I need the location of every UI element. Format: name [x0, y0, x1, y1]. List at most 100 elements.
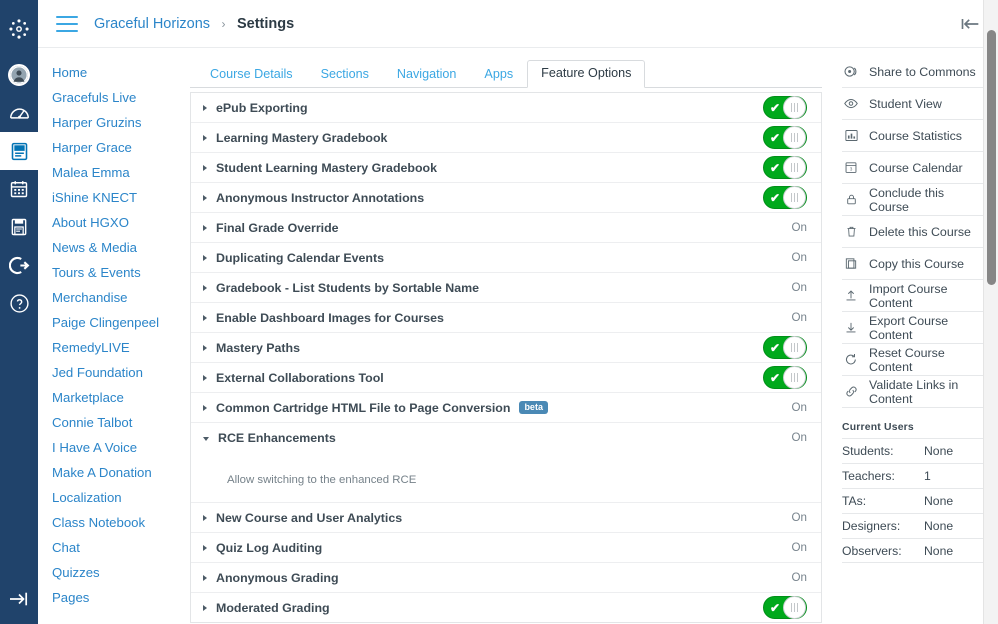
inbox-nav-item[interactable] [0, 208, 38, 246]
feature-toggle[interactable]: ✔ [763, 596, 807, 619]
course-nav-item[interactable]: Merchandise [52, 285, 184, 310]
chevron-right-icon[interactable] [203, 374, 207, 381]
sidebar-action-export-course-content[interactable]: Export Course Content [842, 312, 984, 344]
course-nav-item[interactable]: Localization [52, 485, 184, 510]
logout-nav-item[interactable] [0, 246, 38, 284]
tab-feature-options[interactable]: Feature Options [527, 60, 646, 88]
current-users-value: None [924, 543, 954, 558]
tab-course-details[interactable]: Course Details [196, 61, 307, 88]
sidebar-action-copy-this-course[interactable]: Copy this Course [842, 248, 984, 280]
hamburger-menu-icon[interactable] [56, 15, 78, 32]
dashboard-nav-item[interactable] [0, 94, 38, 132]
course-nav-item[interactable]: RemedyLIVE [52, 335, 184, 360]
courses-nav-item[interactable] [0, 132, 38, 170]
chevron-right-icon[interactable] [203, 514, 207, 521]
current-users-label: Teachers: [842, 469, 895, 483]
avatar-icon [8, 64, 30, 86]
chevron-right-icon[interactable] [203, 134, 207, 141]
chevron-right-icon[interactable] [203, 254, 207, 261]
feature-toggle[interactable]: ✔ [763, 186, 807, 209]
chevron-right-icon[interactable] [203, 574, 207, 581]
sidebar-action-share-to-commons[interactable]: Share to Commons [842, 56, 984, 88]
chevron-right-icon[interactable] [203, 284, 207, 291]
chevron-right-icon[interactable] [203, 194, 207, 201]
feature-row: New Course and User Analytics On [191, 502, 821, 532]
check-icon: ✔ [770, 340, 781, 355]
course-nav-item[interactable]: Class Notebook [52, 510, 184, 535]
chevron-right-icon[interactable] [203, 104, 207, 111]
arrow-to-right-icon [8, 590, 30, 608]
sidebar-action-delete-this-course[interactable]: Delete this Course [842, 216, 984, 248]
chevron-right-icon[interactable] [203, 344, 207, 351]
feature-row: Common Cartridge HTML File to Page Conve… [191, 392, 821, 422]
course-nav-item[interactable]: Paige Clingenpeel [52, 310, 184, 335]
page-scrollbar[interactable] [983, 0, 998, 624]
sidebar-action-validate-links-in-content[interactable]: Validate Links in Content [842, 376, 984, 408]
check-icon: ✔ [770, 160, 781, 175]
chevron-right-icon[interactable] [203, 224, 207, 231]
feature-row: Anonymous Instructor Annotations ✔ [191, 182, 821, 212]
course-nav-item[interactable]: Pages [52, 585, 184, 610]
sidebar-action-course-statistics[interactable]: Course Statistics [842, 120, 984, 152]
sidebar-action-import-course-content[interactable]: Import Course Content [842, 280, 984, 312]
feature-name: Gradebook - List Students by Sortable Na… [216, 280, 480, 295]
expand-navigation-button[interactable] [0, 580, 38, 618]
collapse-panel-icon[interactable] [960, 17, 980, 31]
sidebar-action-conclude-this-course[interactable]: Conclude this Course [842, 184, 984, 216]
tab-sections[interactable]: Sections [307, 61, 383, 88]
feature-toggle[interactable]: ✔ [763, 336, 807, 359]
course-nav-item[interactable]: Harper Gruzins [52, 110, 184, 135]
breadcrumb-course-link[interactable]: Graceful Horizons [94, 16, 210, 32]
calendar-nav-item[interactable] [0, 170, 38, 208]
course-nav-item[interactable]: Tours & Events [52, 260, 184, 285]
course-nav-item[interactable]: Harper Grace [52, 135, 184, 160]
beta-badge: beta [519, 401, 548, 414]
course-nav-item[interactable]: Marketplace [52, 385, 184, 410]
course-nav-item[interactable]: About HGXO [52, 210, 184, 235]
page-scrollbar-thumb[interactable] [987, 30, 996, 285]
feature-toggle[interactable]: ✔ [763, 366, 807, 389]
feature-toggle[interactable]: ✔ [763, 126, 807, 149]
course-nav-item[interactable]: Chat [52, 535, 184, 560]
chevron-right-icon[interactable] [203, 604, 207, 611]
feature-state-label: On [791, 221, 807, 234]
course-nav-item[interactable]: News & Media [52, 235, 184, 260]
feature-toggle[interactable]: ✔ [763, 96, 807, 119]
sidebar-action-label: Validate Links in Content [869, 377, 959, 406]
current-users-value: None [924, 444, 954, 458]
canvas-logo-nav-item[interactable] [0, 10, 38, 48]
feature-description: Allow switching to the enhanced RCE [227, 474, 417, 486]
course-nav-item[interactable]: Gracefuls Live [52, 85, 184, 110]
sidebar-action-student-view[interactable]: Student View [842, 88, 984, 120]
course-nav-item[interactable]: Quizzes [52, 560, 184, 585]
chevron-right-icon[interactable] [203, 164, 207, 171]
copy-icon [842, 256, 860, 271]
course-nav-item[interactable]: Malea Emma [52, 160, 184, 185]
course-nav-item[interactable]: Jed Foundation [52, 360, 184, 385]
export-download-icon [842, 320, 860, 335]
course-nav-item[interactable]: I Have A Voice [52, 435, 184, 460]
account-nav-item[interactable] [0, 56, 38, 94]
sidebar-action-label: Conclude this Course [869, 185, 945, 214]
sidebar-action-reset-course-content[interactable]: Reset Course Content [842, 344, 984, 376]
tab-apps[interactable]: Apps [470, 61, 527, 88]
chevron-right-icon[interactable] [203, 314, 207, 321]
current-users-row: Observers: None [842, 538, 984, 563]
tab-navigation[interactable]: Navigation [383, 61, 471, 88]
course-nav-item[interactable]: Make A Donation [52, 460, 184, 485]
feature-name: Duplicating Calendar Events [216, 250, 384, 265]
feature-name: Anonymous Instructor Annotations [216, 190, 425, 205]
sidebar-action-course-calendar[interactable]: 3 Course Calendar [842, 152, 984, 184]
course-nav-item[interactable]: iShine KNECT [52, 185, 184, 210]
sidebar-action-label: Import Course Content [869, 281, 948, 310]
chevron-right-icon[interactable] [203, 544, 207, 551]
chevron-right-icon[interactable] [203, 404, 207, 411]
course-nav-item[interactable]: Home [52, 60, 184, 85]
settings-tabs: Course Details Sections Navigation Apps Feat… [190, 56, 822, 88]
dashboard-icon [9, 103, 30, 124]
body-area: Home Gracefuls Live Harper Gruzins Harper G… [38, 48, 998, 624]
help-nav-item[interactable] [0, 284, 38, 322]
feature-toggle[interactable]: ✔ [763, 156, 807, 179]
course-nav-item[interactable]: Connie Talbot [52, 410, 184, 435]
chevron-down-icon[interactable] [203, 436, 209, 441]
